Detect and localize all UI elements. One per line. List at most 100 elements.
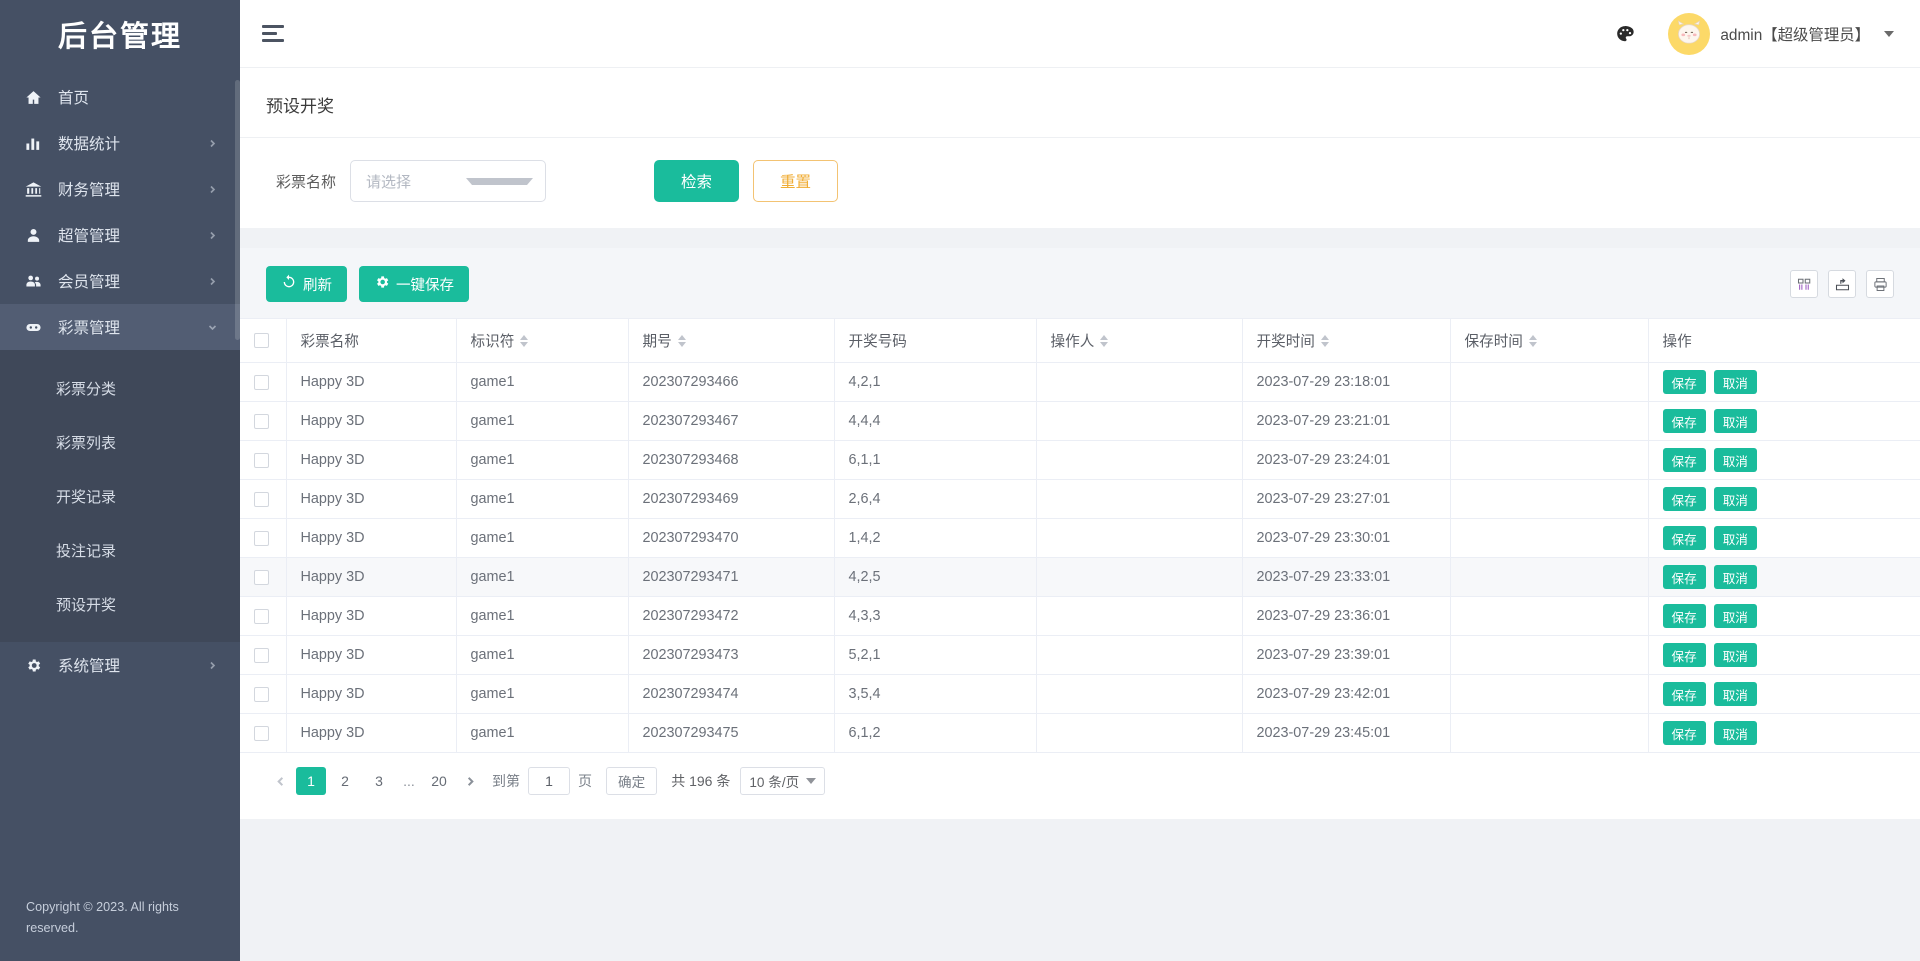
cell-save-time [1450, 479, 1649, 519]
table-row[interactable]: Happy 3D game1 202307293471 4,2,5 2023-07-29… [240, 557, 1920, 597]
row-checkbox[interactable] [254, 374, 269, 390]
column-label: 开奖号码 [848, 334, 907, 350]
page-button-3[interactable]: 3 [364, 767, 394, 795]
sidebar-subitem-lottery-list[interactable]: 彩票列表 [0, 426, 240, 458]
sort-icon[interactable] [1320, 334, 1329, 347]
table-row[interactable]: Happy 3D game1 202307293468 6,1,1 2023-07-29… [240, 440, 1920, 480]
row-cancel-button[interactable]: 取消 [1713, 604, 1757, 628]
sort-icon[interactable] [677, 334, 686, 347]
cell-name: Happy 3D [286, 674, 457, 714]
cell-code: game1 [456, 596, 629, 636]
row-cancel-button[interactable]: 取消 [1713, 526, 1757, 550]
refresh-button[interactable]: 刷新 [266, 266, 347, 302]
next-page-button[interactable] [456, 767, 484, 795]
sort-icon[interactable] [1528, 334, 1537, 347]
sidebar-subitem-bet-records[interactable]: 投注记录 [0, 534, 240, 566]
page-button-2[interactable]: 2 [330, 767, 360, 795]
sidebar-item-lottery[interactable]: 彩票管理 [0, 304, 240, 350]
hamburger-icon[interactable] [262, 19, 292, 49]
row-cancel-button[interactable]: 取消 [1713, 409, 1757, 433]
avatar [1668, 12, 1711, 55]
cell-issue: 202307293469 [628, 479, 835, 519]
row-checkbox[interactable] [254, 413, 269, 429]
row-cancel-button[interactable]: 取消 [1713, 721, 1757, 745]
row-checkbox[interactable] [254, 530, 269, 546]
table-row[interactable]: Happy 3D game1 202307293469 2,6,4 2023-07-29… [240, 479, 1920, 519]
sidebar-subitem-draw-records[interactable]: 开奖记录 [0, 480, 240, 512]
column-header-code[interactable]: 标识符 [456, 318, 629, 363]
row-save-button[interactable]: 保存 [1662, 409, 1706, 433]
row-save-button[interactable]: 保存 [1662, 487, 1706, 511]
row-save-button[interactable]: 保存 [1662, 682, 1706, 706]
row-cancel-button[interactable]: 取消 [1713, 565, 1757, 589]
lottery-name-select[interactable]: 请选择 [350, 160, 547, 202]
export-icon[interactable] [1828, 270, 1856, 298]
goto-confirm-button[interactable]: 确定 [606, 767, 658, 795]
column-header-draw-time[interactable]: 开奖时间 [1242, 318, 1451, 363]
column-header-operator[interactable]: 操作人 [1036, 318, 1243, 363]
column-label: 彩票名称 [300, 334, 359, 350]
search-button[interactable]: 检索 [654, 160, 740, 202]
page-button-1[interactable]: 1 [296, 767, 326, 795]
cell-action: 保存 取消 [1648, 440, 1920, 480]
save-all-button[interactable]: 一键保存 [359, 266, 469, 302]
sidebar-item-label: 会员管理 [58, 274, 121, 291]
goto-page-input[interactable] [528, 767, 570, 795]
select-all-checkbox[interactable] [254, 333, 269, 348]
table-row[interactable]: Happy 3D game1 202307293472 4,3,3 2023-07-29… [240, 596, 1920, 636]
row-select-cell [240, 635, 287, 675]
table-row[interactable]: Happy 3D game1 202307293473 5,2,1 2023-07-29… [240, 635, 1920, 675]
page-size-select[interactable]: 10 条/页 [740, 767, 826, 795]
user-menu[interactable]: admin【超级管理员】 [1668, 12, 1894, 55]
sidebar-scrollbar[interactable] [235, 80, 240, 340]
row-save-button[interactable]: 保存 [1662, 721, 1706, 745]
sidebar-item-admin[interactable]: 超管管理 [0, 212, 240, 258]
palette-icon[interactable] [1610, 19, 1640, 49]
sidebar-item-home[interactable]: 首页 [0, 74, 240, 120]
prev-page-button[interactable] [266, 767, 294, 795]
row-save-button[interactable]: 保存 [1662, 604, 1706, 628]
column-header-issue[interactable]: 期号 [628, 318, 835, 363]
sidebar-item-label: 超管管理 [58, 228, 121, 245]
sidebar-subitem-lottery-category[interactable]: 彩票分类 [0, 372, 240, 404]
save-all-label: 一键保存 [396, 277, 454, 294]
row-cancel-button[interactable]: 取消 [1713, 448, 1757, 472]
page-ellipsis[interactable]: ... [396, 773, 422, 789]
table-row[interactable]: Happy 3D game1 202307293467 4,4,4 2023-07-29… [240, 401, 1920, 441]
row-checkbox[interactable] [254, 647, 269, 663]
columns-icon[interactable] [1790, 270, 1818, 298]
table-row[interactable]: Happy 3D game1 202307293474 3,5,4 2023-07-29… [240, 674, 1920, 714]
reset-button[interactable]: 重置 [753, 160, 839, 202]
cell-issue: 202307293472 [628, 596, 835, 636]
print-icon[interactable] [1866, 270, 1894, 298]
table-row[interactable]: Happy 3D game1 202307293466 4,2,1 2023-07-29… [240, 362, 1920, 402]
sidebar-subitem-preset-draw[interactable]: 预设开奖 [0, 588, 240, 620]
row-checkbox[interactable] [254, 452, 269, 468]
sidebar-item-statistics[interactable]: 数据统计 [0, 120, 240, 166]
page-button-last[interactable]: 20 [424, 767, 454, 795]
row-checkbox[interactable] [254, 491, 269, 507]
row-save-button[interactable]: 保存 [1662, 526, 1706, 550]
row-cancel-button[interactable]: 取消 [1713, 643, 1757, 667]
row-save-button[interactable]: 保存 [1662, 643, 1706, 667]
row-checkbox[interactable] [254, 686, 269, 702]
sidebar-item-finance[interactable]: 财务管理 [0, 166, 240, 212]
row-save-button[interactable]: 保存 [1662, 370, 1706, 394]
row-checkbox[interactable] [254, 725, 269, 741]
table-row[interactable]: Happy 3D game1 202307293475 6,1,2 2023-07-29… [240, 713, 1920, 753]
sort-icon[interactable] [1100, 334, 1109, 347]
table-row[interactable]: Happy 3D game1 202307293470 1,4,2 2023-07-29… [240, 518, 1920, 558]
row-save-button[interactable]: 保存 [1662, 565, 1706, 589]
row-cancel-button[interactable]: 取消 [1713, 370, 1757, 394]
chevron-right-icon [206, 139, 218, 148]
row-checkbox[interactable] [254, 608, 269, 624]
row-save-button[interactable]: 保存 [1662, 448, 1706, 472]
row-checkbox[interactable] [254, 569, 269, 585]
sidebar-item-system[interactable]: 系统管理 [0, 642, 240, 688]
column-header-save-time[interactable]: 保存时间 [1450, 318, 1649, 363]
sort-icon[interactable] [520, 334, 529, 347]
cell-issue: 202307293475 [628, 713, 835, 753]
sidebar-item-members[interactable]: 会员管理 [0, 258, 240, 304]
row-cancel-button[interactable]: 取消 [1713, 682, 1757, 706]
row-cancel-button[interactable]: 取消 [1713, 487, 1757, 511]
